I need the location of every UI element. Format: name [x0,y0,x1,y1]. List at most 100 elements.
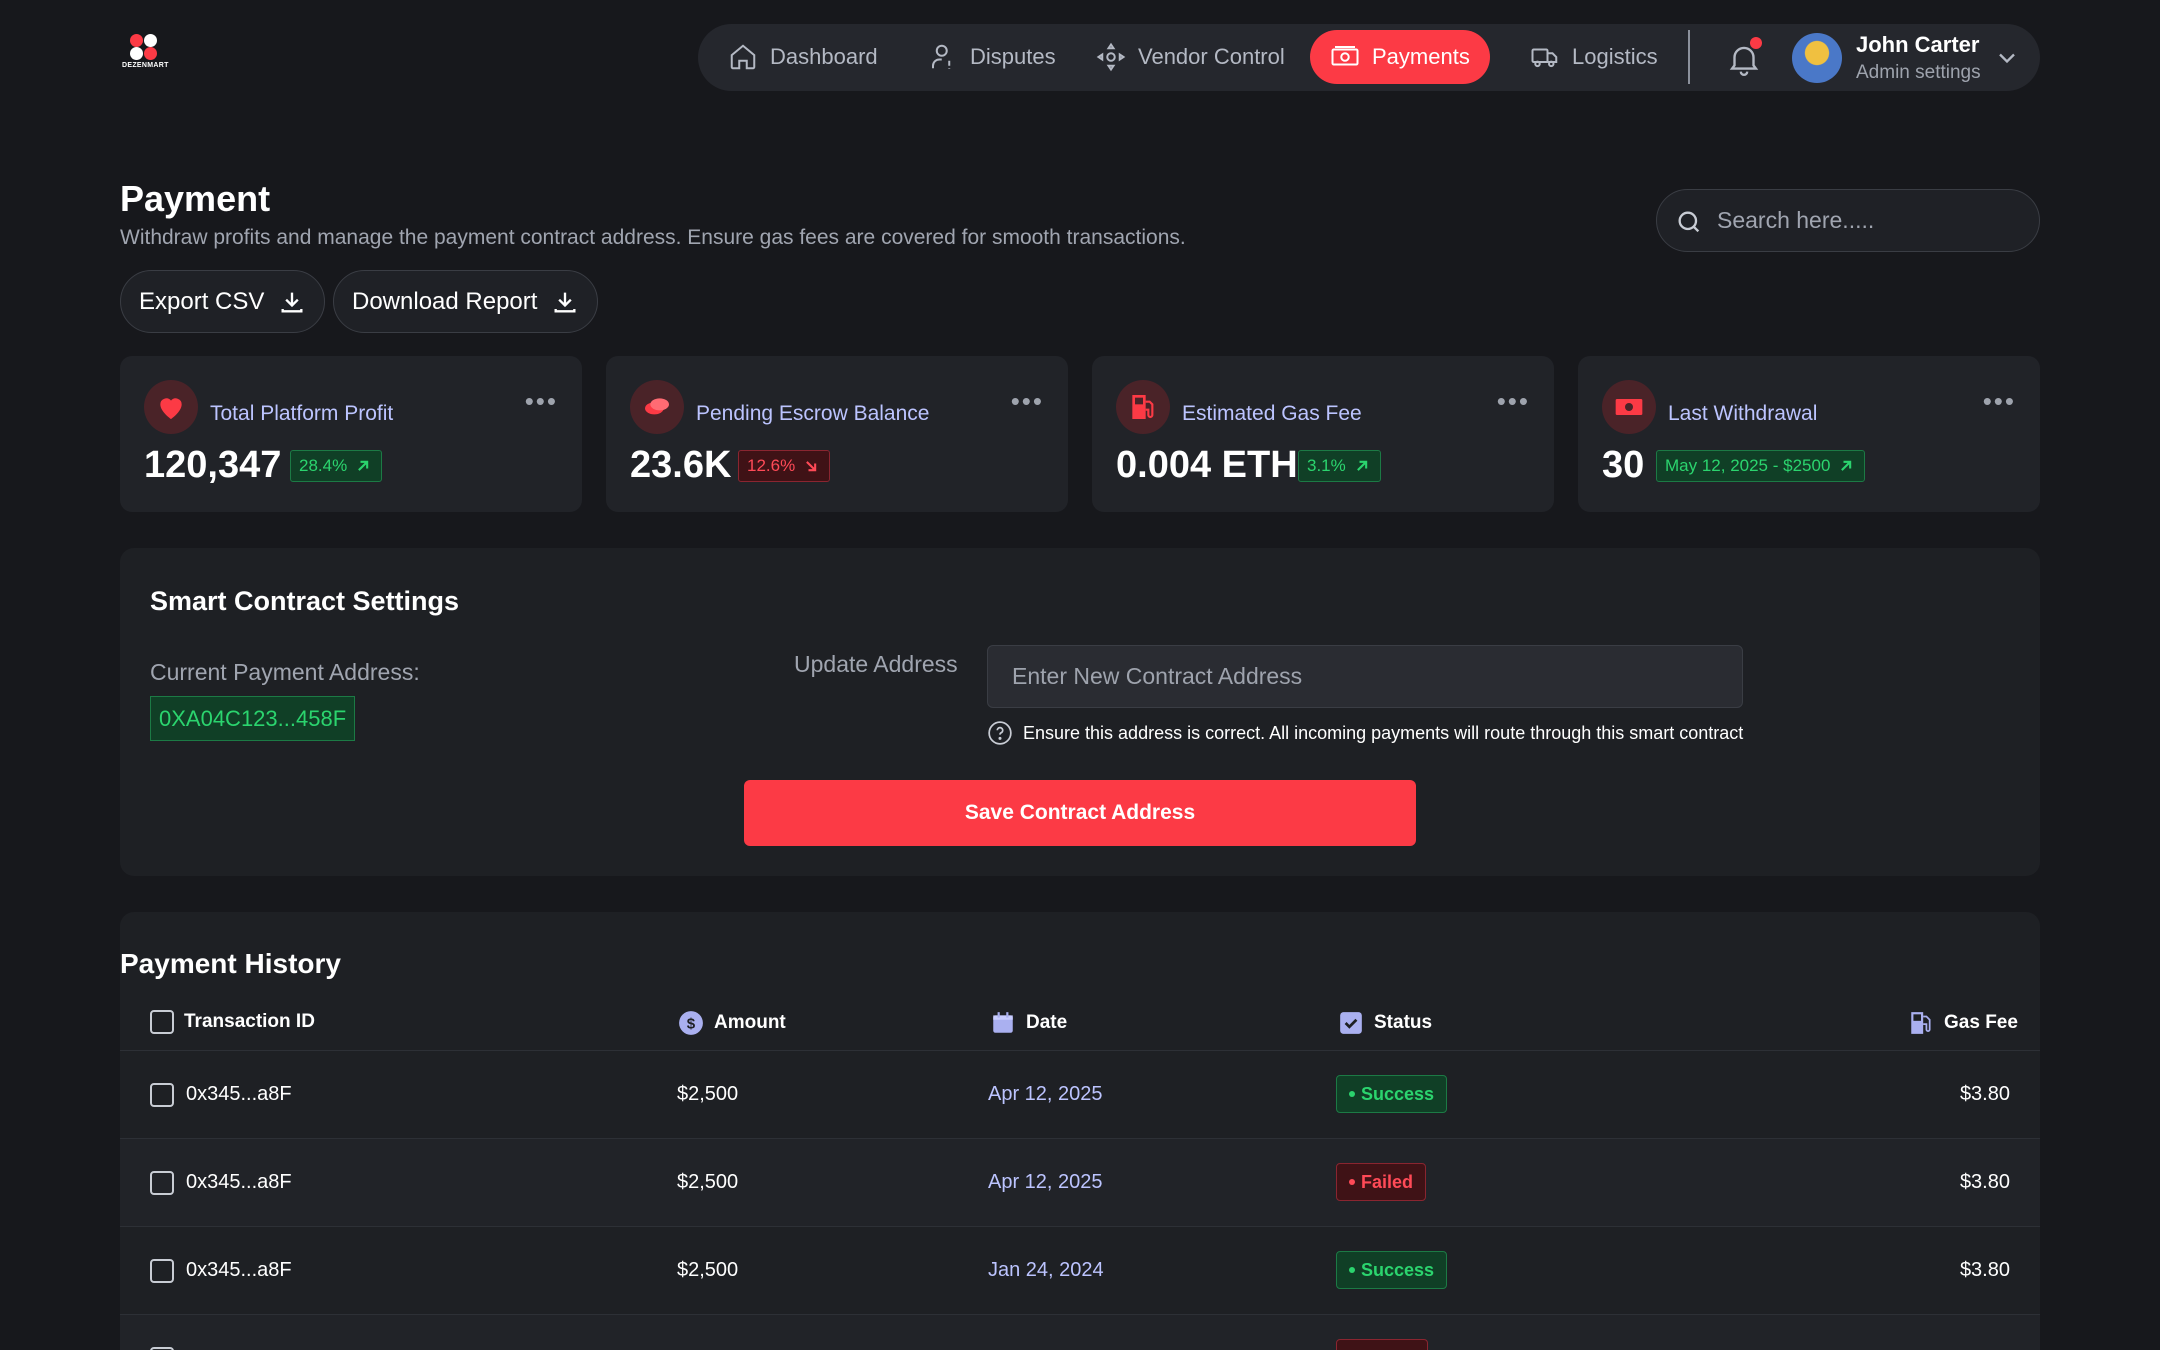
nav-label: Logistics [1572,44,1658,69]
table-row[interactable] [120,1315,2040,1350]
brand-logo[interactable]: DEZENMART [122,34,170,82]
arrow-up-right-icon [1841,460,1852,471]
stat-card-last-withdrawal: Last Withdrawal ••• 30 May 12, 2025 - $2… [1578,356,2040,512]
column-label: Status [1374,1012,1433,1033]
download-report-button[interactable]: Download Report [333,270,599,333]
more-options-icon[interactable]: ••• [525,386,558,417]
column-header-amount[interactable]: $ Amount [678,1010,786,1036]
search-icon [1678,211,1700,233]
transaction-id: 0x345...a8F [186,1083,292,1105]
dollar-icon: $ [679,1011,703,1035]
update-address-label: Update Address [794,651,958,677]
stat-value: 120,347 [144,444,282,486]
column-header-status[interactable]: Status [1338,1010,1432,1036]
trend-badge: 12.6% [738,450,831,482]
gas-fee: $3.80 [1959,1171,2010,1193]
badge-text: May 12, 2025 - $2500 [1665,456,1831,475]
home-icon [730,44,756,70]
user-name: John Carter [1856,32,1980,57]
transaction-id: 0x345...a8F [186,1171,292,1193]
column-header-gas-fee[interactable]: Gas Fee [1908,1010,2018,1036]
coins-icon [630,380,684,434]
svg-text:$: $ [687,1015,696,1032]
stat-card-pending-escrow-balance: Pending Escrow Balance ••• 23.6K 12.6% [606,356,1068,512]
stat-label: Estimated Gas Fee [1182,402,1362,425]
date: Apr 12, 2025 [988,1083,1103,1105]
status-badge [1336,1339,1428,1350]
status-badge: Success [1336,1075,1448,1113]
nav-item-vendor-control[interactable]: Vendor Control [1076,30,1305,84]
nav-item-dashboard[interactable]: Dashboard [708,30,898,84]
export-csv-label: Export CSV [139,287,265,315]
amount: $2,500 [677,1171,739,1193]
gas-fee: $3.80 [1959,1083,2010,1105]
more-options-icon[interactable]: ••• [1011,386,1044,417]
stat-label: Last Withdrawal [1668,402,1818,425]
stat-value: 0.004 ETH [1116,444,1298,486]
nav-label: Payments [1372,44,1470,69]
truck-icon [1531,48,1558,68]
nav-label: Dashboard [770,44,878,69]
smart-contract-title: Smart Contract Settings [150,586,460,616]
export-csv-button[interactable]: Export CSV [120,270,326,333]
contract-address-input[interactable] [987,645,1743,708]
trend-badge: 28.4% [290,450,383,482]
download-icon [281,292,303,312]
brand-name: DEZENMART [122,62,169,69]
nav-divider [1688,30,1690,84]
nav-item-disputes[interactable]: Disputes [908,30,1076,84]
more-options-icon[interactable]: ••• [1497,386,1530,417]
table-row[interactable]: 0x345...a8F $2,500 Jan 24, 2024 Success … [120,1227,2040,1315]
search-input[interactable] [1717,190,2027,250]
notification-dot [1750,37,1762,49]
save-contract-address-button[interactable]: Save Contract Address [744,780,1416,846]
contract-help-text: Ensure this address is correct. All inco… [1023,723,1744,743]
top-nav: Dashboard Disputes Vendor Control Paymen… [698,24,2040,91]
logo-mark-icon [130,34,162,60]
user-role: Admin settings [1856,62,1981,83]
column-header-transaction-id[interactable]: Transaction ID [150,1010,315,1034]
avatar[interactable] [1792,33,1842,83]
chevron-down-icon[interactable] [1993,44,2021,72]
transaction-id: 0x345...a8F [186,1259,292,1281]
column-label: Gas Fee [1944,1012,2018,1033]
column-label: Amount [714,1012,786,1033]
nav-item-payments[interactable]: Payments [1310,30,1490,84]
arrow-up-right-icon [1356,460,1367,471]
more-options-icon[interactable]: ••• [1983,386,2016,417]
row-checkbox[interactable] [150,1171,174,1195]
status-text: Success [1361,1259,1435,1280]
row-checkbox[interactable] [150,1259,174,1283]
stat-label: Pending Escrow Balance [696,402,930,425]
nav-item-logistics[interactable]: Logistics [1510,30,1678,84]
select-all-checkbox[interactable] [150,1010,174,1034]
status-text: Failed [1361,1171,1414,1192]
badge-text: 3.1% [1307,456,1346,475]
stat-card-estimated-gas-fee: Estimated Gas Fee ••• 0.004 ETH 3.1% [1092,356,1554,512]
checkbox-checked-icon [1340,1012,1362,1034]
cash-icon [1602,380,1656,434]
status-badge: Success [1336,1251,1448,1289]
table-row[interactable]: 0x345...a8F $2,500 Apr 12, 2025 Success … [120,1051,2040,1139]
search-box [1656,189,2040,252]
move-icon [1096,42,1126,72]
badge-text: 28.4% [299,456,348,475]
column-header-date[interactable]: Date [990,1010,1067,1036]
current-address-value: 0XA04C123...458F [150,696,356,741]
heart-icon [144,380,198,434]
status-text: Success [1361,1083,1435,1104]
amount: $2,500 [677,1259,739,1281]
stat-value: 30 [1602,444,1645,486]
badge-text: 12.6% [747,456,796,475]
gas-pump-icon [1116,380,1170,434]
table-row[interactable]: 0x345...a8F $2,500 Apr 12, 2025 Failed $… [120,1139,2040,1227]
stat-value: 23.6K [630,444,732,486]
row-checkbox[interactable] [150,1083,174,1107]
help-icon [988,721,1012,745]
payment-history-title: Payment History [120,948,341,979]
column-label: Date [1026,1012,1068,1033]
arrow-up-right-icon [358,460,369,471]
amount: $2,500 [677,1083,739,1105]
money-icon [1331,46,1359,66]
current-address-label: Current Payment Address: [150,659,420,685]
